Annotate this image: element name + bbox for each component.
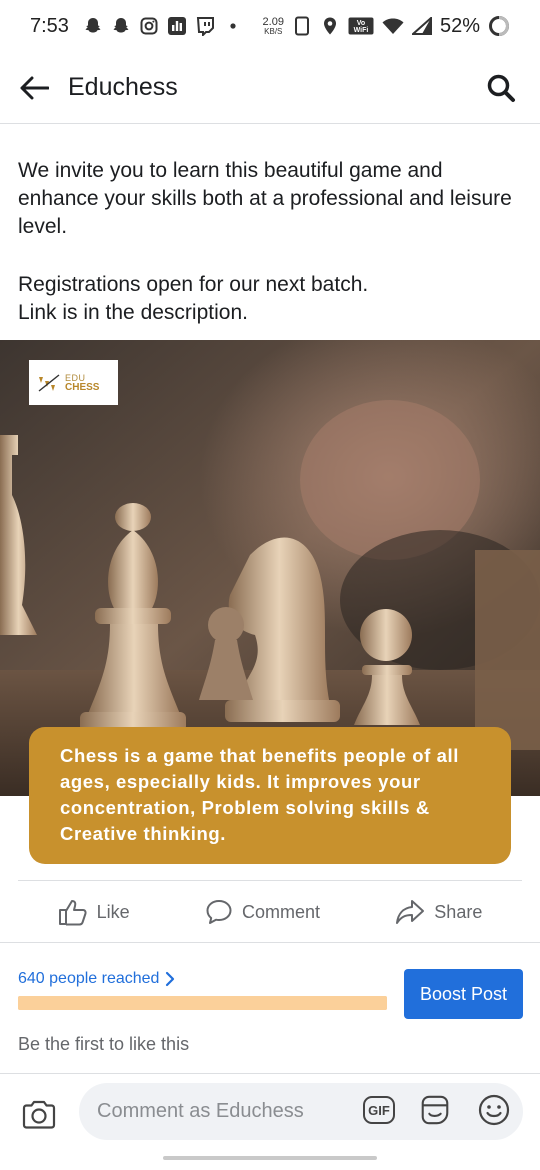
comment-label: Comment — [241, 901, 320, 922]
speed-value: 2.09 — [262, 15, 284, 28]
camera-icon — [22, 1100, 56, 1129]
signal-icon — [411, 16, 432, 36]
emoji-button[interactable] — [477, 1093, 511, 1127]
clipped-text-line — [18, 125, 518, 131]
speed-unit: KB/S — [264, 26, 283, 36]
reach-progress-fill — [18, 996, 387, 1010]
page-title: Educhess — [68, 73, 178, 101]
emoji-icon — [478, 1094, 510, 1126]
like-button[interactable]: Like — [58, 898, 130, 926]
comment-button[interactable]: Comment — [205, 898, 320, 926]
first-like-text: Be the first to like this — [18, 1034, 190, 1054]
status-time: 7:53 — [30, 14, 69, 37]
network-speed: 2.09 KB/S — [262, 15, 284, 36]
back-arrow-icon — [20, 76, 49, 99]
snapchat-icon — [111, 16, 131, 36]
sticker-icon — [421, 1095, 449, 1125]
comment-bubble-icon — [206, 900, 232, 924]
svg-text:Vo: Vo — [357, 20, 365, 27]
divider — [18, 880, 522, 881]
post-paragraph-2-line-2: Link is in the description. — [18, 301, 248, 324]
people-reached-link[interactable]: 640 people reached — [18, 970, 175, 988]
status-bar: 7:53 2.09 KB/S Vo WiFi 52% — [0, 0, 540, 52]
people-reached-label: 640 people reached — [18, 970, 160, 987]
post-paragraph-1: We invite you to learn this beautiful ga… — [18, 159, 512, 238]
battery-icon — [488, 16, 510, 36]
reach-progress-bar — [18, 996, 387, 1010]
twitch-icon — [195, 16, 215, 36]
post-text: We invite you to learn this beautiful ga… — [0, 125, 540, 340]
svg-text:WiFi: WiFi — [354, 27, 369, 34]
post-paragraph-2: Registrations open for our next batch. L… — [18, 271, 518, 327]
like-label: Like — [96, 901, 130, 922]
snapchat-icon — [83, 16, 103, 36]
notification-icons — [83, 16, 243, 36]
share-button[interactable]: Share — [395, 898, 482, 926]
boost-post-button[interactable]: Boost Post — [404, 969, 523, 1019]
comment-bar — [0, 1073, 540, 1150]
app-header: Educhess — [0, 52, 540, 124]
stats-icon — [167, 16, 187, 36]
wifi-icon — [382, 16, 404, 36]
thumbs-up-icon — [58, 900, 87, 926]
post-paragraph-2-line-1: Registrations open for our next batch. — [18, 273, 369, 296]
camera-button[interactable] — [20, 1096, 58, 1134]
post-action-bar: Like Comment Share — [0, 882, 540, 942]
home-indicator[interactable] — [163, 1156, 377, 1160]
search-icon — [487, 74, 515, 102]
sticker-button[interactable] — [418, 1093, 452, 1127]
instagram-icon — [139, 16, 159, 36]
chevron-right-icon — [166, 971, 175, 987]
logo-text: EDU CHESS — [65, 373, 99, 393]
logo-line-1: EDU — [65, 372, 86, 383]
comment-input[interactable] — [79, 1083, 523, 1140]
image-caption-card: Chess is a game that benefits people of … — [29, 727, 511, 864]
location-icon — [320, 16, 340, 36]
phone-icon — [292, 16, 312, 36]
dot-icon — [223, 16, 243, 36]
share-arrow-icon — [396, 900, 425, 924]
educhess-logo: EDU CHESS — [29, 360, 118, 405]
search-button[interactable] — [484, 71, 518, 105]
logo-line-2: CHESS — [65, 381, 100, 393]
battery-percent: 52% — [439, 14, 480, 37]
logo-mark-icon — [38, 373, 60, 392]
share-label: Share — [434, 901, 483, 922]
vowifi-icon: Vo WiFi — [348, 16, 374, 36]
gif-button[interactable]: GIF — [362, 1093, 396, 1127]
divider — [0, 942, 540, 943]
system-icons: 2.09 KB/S Vo WiFi 52% — [263, 15, 510, 38]
gif-label: GIF — [368, 1102, 390, 1118]
back-button[interactable] — [18, 72, 50, 104]
